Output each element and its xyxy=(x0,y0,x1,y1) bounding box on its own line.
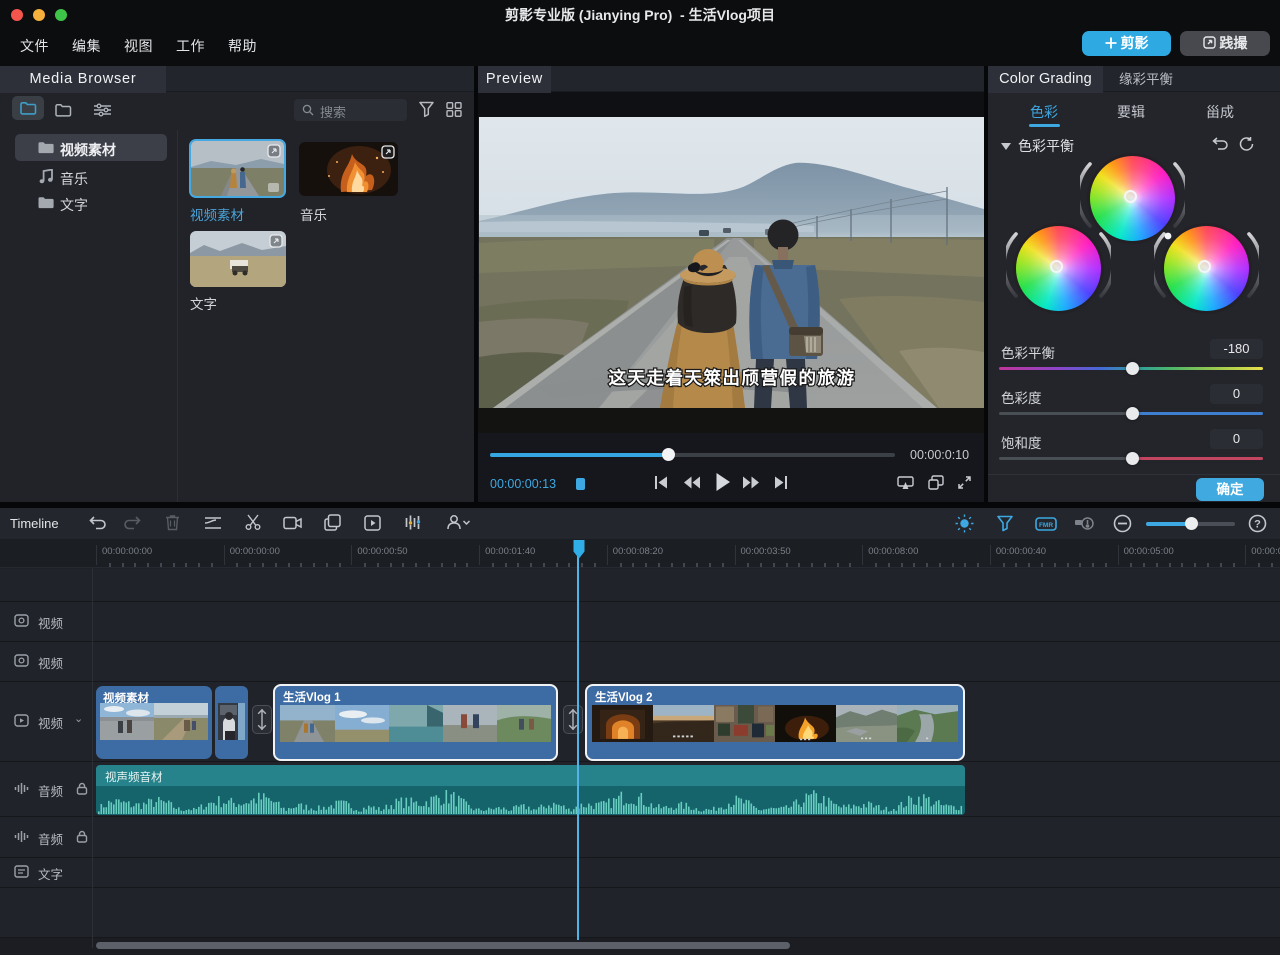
svg-text:这天走着天箂出颀营假的旅游: 这天走着天箂出颀营假的旅游 xyxy=(609,368,856,388)
svg-text:?: ? xyxy=(1254,518,1261,530)
svg-text:FMR: FMR xyxy=(1039,522,1053,529)
